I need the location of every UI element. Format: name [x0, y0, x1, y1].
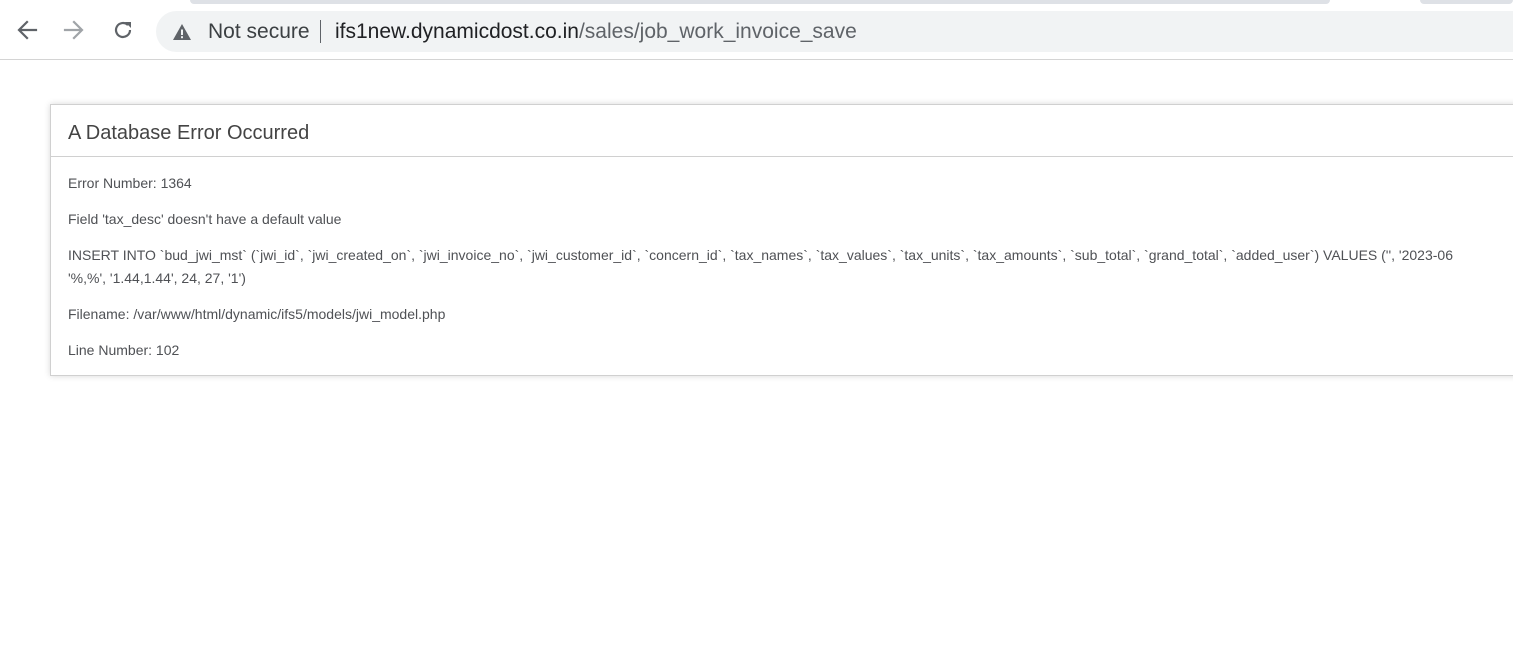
error-title-divider — [51, 156, 1513, 157]
url-host: ifs1new.dynamicdost.co.in — [335, 20, 579, 43]
reload-button[interactable] — [106, 13, 140, 47]
tab-strip-edge — [190, 0, 1330, 4]
browser-toolbar: Not secure ifs1new.dynamicdost.co.in/sal… — [0, 0, 1513, 60]
error-message: Field 'tax_desc' doesn't have a default … — [68, 211, 342, 227]
database-error-panel: A Database Error Occurred Error Number: … — [50, 104, 1513, 376]
back-button[interactable] — [10, 13, 44, 47]
error-title: A Database Error Occurred — [68, 122, 310, 144]
error-number: Error Number: 1364 — [68, 175, 192, 191]
arrow-right-icon — [63, 20, 84, 40]
security-status-label[interactable]: Not secure — [208, 20, 310, 44]
forward-button[interactable] — [57, 13, 91, 47]
omnibox-divider — [320, 20, 321, 43]
error-line-number: Line Number: 102 — [68, 342, 180, 358]
tab-strip-edge-right — [1420, 0, 1513, 4]
address-bar[interactable]: Not secure ifs1new.dynamicdost.co.in/sal… — [156, 11, 1513, 52]
warning-triangle-icon[interactable] — [172, 22, 192, 42]
url-path: /sales/job_work_invoice_save — [578, 20, 857, 43]
error-filename: Filename: /var/www/html/dynamic/ifs5/mod… — [68, 306, 446, 322]
reload-icon — [114, 21, 132, 39]
error-query-line-1: INSERT INTO `bud_jwi_mst` (`jwi_id`, `jw… — [68, 247, 1453, 263]
url-text[interactable]: ifs1new.dynamicdost.co.in/sales/job_work… — [335, 20, 857, 44]
arrow-left-icon — [17, 20, 38, 40]
error-query-line-2: '%,%', '1.44,1.44', 24, 27, '1') — [68, 270, 246, 286]
